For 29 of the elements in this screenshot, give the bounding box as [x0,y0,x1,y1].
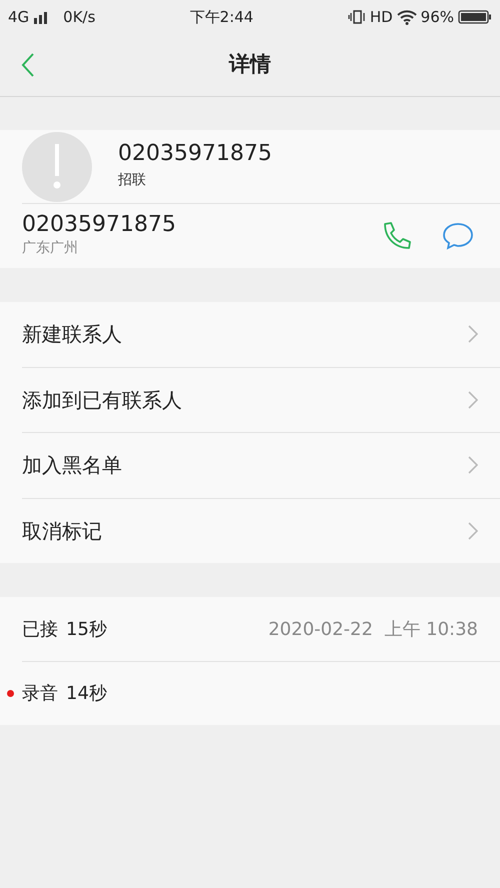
vibrate-icon [348,10,366,24]
menu-item[interactable]: 取消标记 [22,498,500,563]
hd-label: HD [370,6,393,28]
recording-dot [7,690,14,697]
menu-item[interactable]: 加入黑名单 [22,433,500,498]
call-status: 录音 [22,682,58,706]
speed-label: 0K/s [63,6,96,28]
status-time: 下午2:44 [190,6,254,28]
call-duration: 14秒 [66,682,108,706]
menu-item[interactable]: 添加到已有联系人 [22,368,500,432]
page-title: 详情 [229,51,271,78]
network-label: 4G [8,6,30,28]
battery-icon [458,10,492,24]
chevron-icon [468,522,478,540]
call-duration: 15秒 [66,618,108,642]
chevron-icon [468,325,478,344]
phone-number[interactable]: 02035971875 [22,213,380,238]
call-status: 已接 [22,618,58,642]
contact-number: 02035971875 [118,142,272,166]
back-button[interactable] [20,52,36,78]
battery-label: 96% [420,6,454,28]
message-button[interactable] [442,221,474,251]
contact-label: 招联 [118,171,147,190]
chevron-icon [468,456,478,474]
chevron-icon [468,390,478,409]
call-datetime: 2020-02-22 上午 10:38 [268,618,478,642]
phone-location: 广东广州 [22,238,79,258]
menu-item[interactable]: 新建联系人 [22,302,500,366]
wifi-icon [396,10,417,24]
